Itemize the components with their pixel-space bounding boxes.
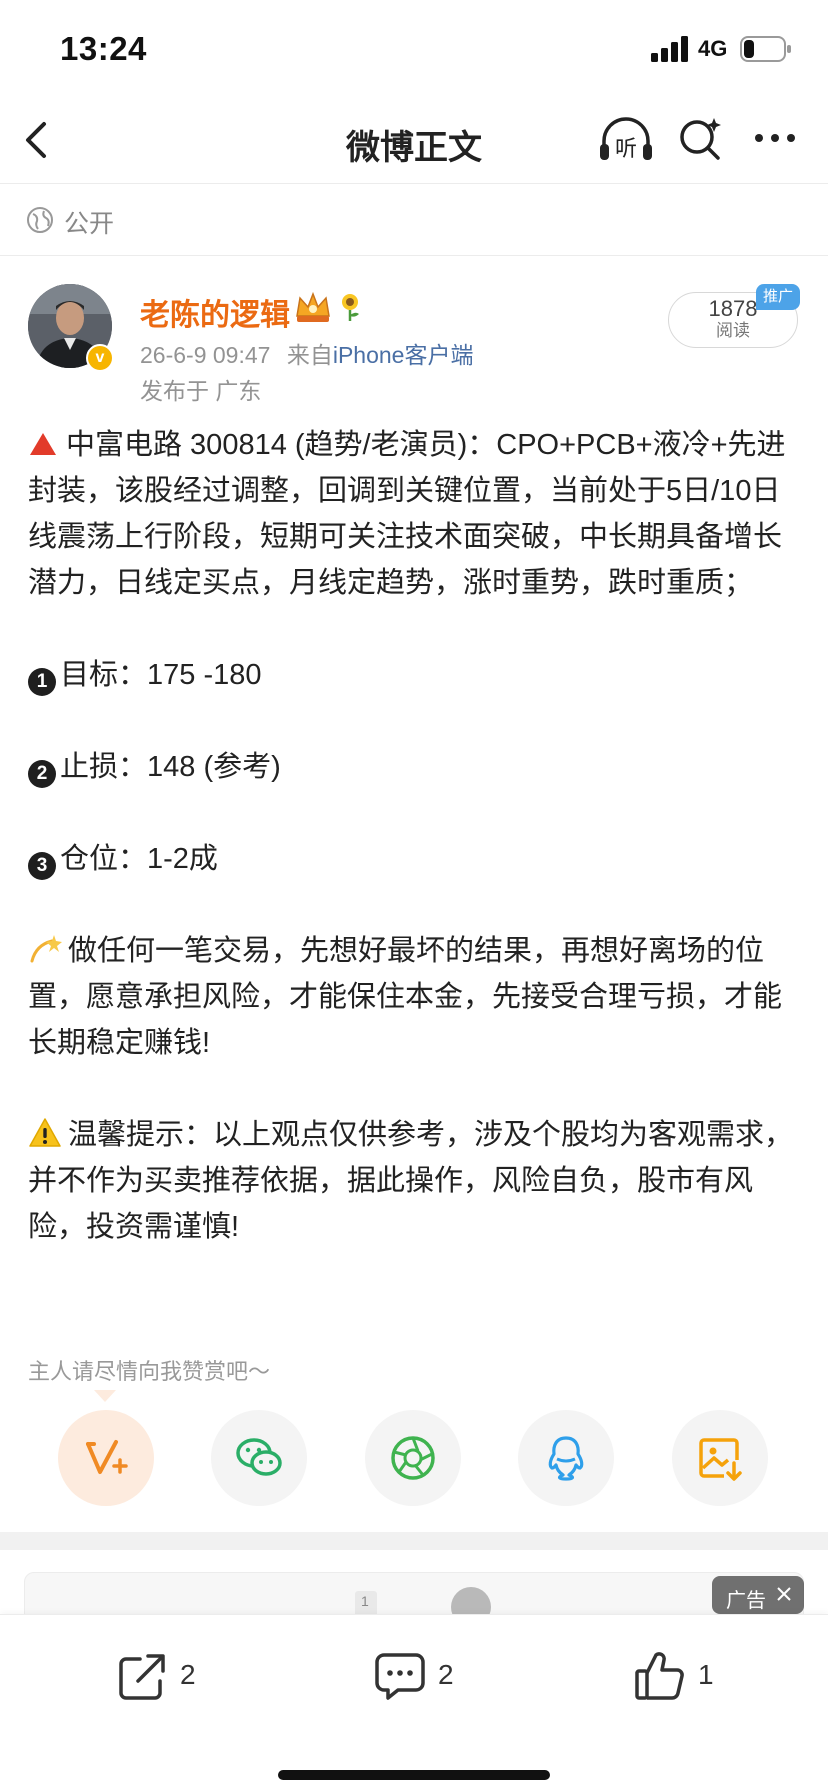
like-count: 1: [698, 1659, 714, 1690]
post-paragraph-intro: 中富电路 300814 (趋势/老演员)：CPO+PCB+液冷+先进封装，该股经…: [28, 422, 802, 606]
share-vplus-button[interactable]: [58, 1410, 154, 1506]
post-meta: 26-6-9 09:47 来自iPhone客户端: [140, 336, 473, 370]
repost-icon: [119, 1654, 165, 1700]
post-item-2-text: 止损：148 (参考): [60, 751, 281, 783]
sunflower-icon: [342, 294, 359, 321]
search-icon[interactable]: [676, 114, 724, 162]
circled-number-3-icon: 3: [28, 852, 56, 880]
repost-count: 2: [180, 1659, 196, 1690]
share-wechat-button[interactable]: [211, 1410, 307, 1506]
home-indicator: [278, 1770, 550, 1780]
reward-caret-icon: [94, 1390, 116, 1402]
wechat-icon: [236, 1438, 282, 1476]
save-image-icon: [699, 1438, 742, 1481]
post-location: 发布于 广东: [140, 378, 262, 404]
source-prefix: 来自: [286, 342, 333, 368]
battery-icon: [740, 36, 791, 62]
qq-icon: [548, 1436, 584, 1481]
read-label: 阅读: [716, 321, 750, 340]
ad-label: 广告: [726, 1590, 766, 1612]
share-row: [0, 1410, 828, 1510]
moments-icon: [391, 1436, 435, 1480]
comment-count: 2: [438, 1659, 454, 1690]
post-item-3: 3 仓位：1-2成: [28, 836, 802, 882]
post-intro-text: 中富电路 300814 (趋势/老演员)：CPO+PCB+液冷+先进封装，该股经…: [28, 429, 786, 599]
dizzy-star-icon: [30, 935, 62, 963]
vplus-icon: [86, 1440, 128, 1474]
visibility-label: 公开: [64, 210, 115, 238]
post-paragraph-advice: 做任何一笔交易，先想好最坏的结果，再想好离场的位置，愿意承担风险，才能保住本金，…: [28, 928, 802, 1066]
post-item-1-text: 目标：175 -180: [60, 659, 262, 691]
circled-number-2-icon: 2: [28, 760, 56, 788]
author-name[interactable]: 老陈的逻辑: [140, 290, 290, 334]
ad-badge[interactable]: 广告: [712, 1576, 804, 1614]
visibility-row: 公开: [0, 184, 828, 256]
network-type: 4G: [698, 36, 728, 61]
post-body: 中富电路 300814 (趋势/老演员)：CPO+PCB+液冷+先进封装，该股经…: [28, 422, 802, 1250]
crown-badge-icon: [296, 291, 330, 322]
post-paragraph-disclaimer: 温馨提示：以上观点仅供参考，涉及个股均为客观需求，并不作为买卖推荐依据，据此操作…: [28, 1112, 802, 1250]
share-qq-button[interactable]: [518, 1410, 614, 1506]
listen-headphone-icon[interactable]: 听: [598, 114, 654, 164]
share-moments-button[interactable]: [365, 1410, 461, 1506]
bottom-action-bar: 2 2 1: [0, 1614, 828, 1792]
section-divider: [0, 1532, 828, 1550]
post-item-2: 2 止损：148 (参考): [28, 744, 802, 790]
more-options-icon[interactable]: [752, 114, 798, 162]
listen-label: 听: [615, 137, 637, 162]
status-bar: 13:24 4G: [0, 0, 828, 96]
globe-icon: [27, 207, 53, 233]
comment-icon: [375, 1653, 425, 1700]
red-triangle-icon: [30, 433, 56, 455]
reward-hint: 主人请尽情向我赞赏吧～: [28, 1359, 271, 1384]
signal-icon: [651, 36, 688, 62]
share-save-image-button[interactable]: [672, 1410, 768, 1506]
promo-tag: 推广: [756, 284, 800, 310]
post-disclaimer-text: 温馨提示：以上观点仅供参考，涉及个股均为客观需求，并不作为买卖推荐依据，据此操作…: [28, 1119, 794, 1243]
nav-bar: 微博正文 听: [0, 96, 828, 184]
status-time: 13:24: [60, 30, 147, 67]
post-source-link[interactable]: iPhone客户端: [333, 342, 474, 368]
post-item-3-text: 仓位：1-2成: [60, 843, 218, 875]
post-item-1: 1 目标：175 -180: [28, 652, 802, 698]
circled-number-1-icon: 1: [28, 668, 56, 696]
ad-thumb-digit: 1: [361, 1593, 369, 1609]
post-date: 26-6-9 09:47: [140, 342, 271, 368]
warning-icon: [29, 1118, 61, 1147]
post-advice-text: 做任何一笔交易，先想好最坏的结果，再想好离场的位置，愿意承担风险，才能保住本金，…: [28, 935, 783, 1059]
close-icon[interactable]: [776, 1586, 792, 1602]
thumbs-up-icon: [635, 1652, 684, 1700]
verified-badge: v: [86, 344, 114, 372]
